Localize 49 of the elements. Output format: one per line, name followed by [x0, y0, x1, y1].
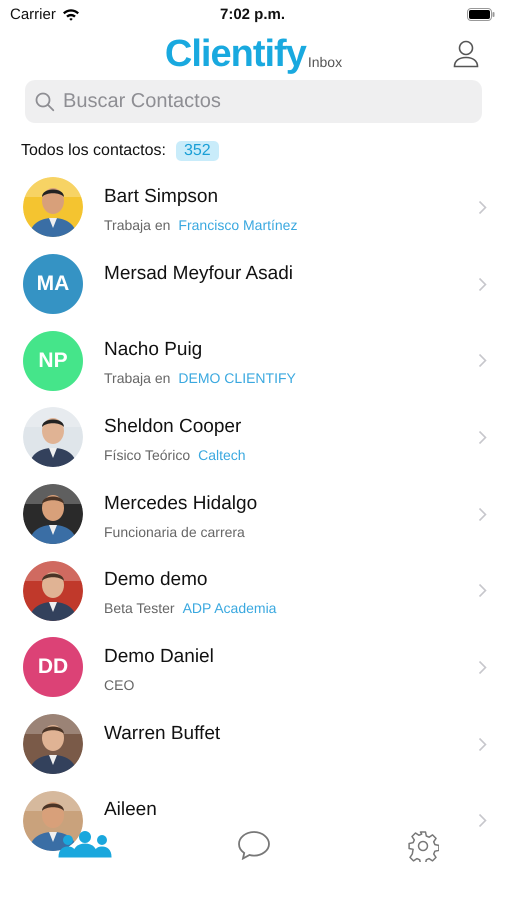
contacts-count-label: Todos los contactos:	[21, 142, 166, 160]
contact-role: Beta Tester	[104, 600, 175, 616]
search-icon	[35, 92, 55, 112]
initials-avatar: MA	[23, 254, 83, 314]
carrier-label: Carrier	[10, 6, 56, 22]
chevron-icon	[478, 660, 487, 675]
speech-bubble-icon	[236, 830, 270, 860]
contact-role: Trabaja en	[104, 370, 170, 386]
contact-name: Warren Buffet	[104, 722, 222, 745]
contact-name: Mersad Meyfour Asadi	[104, 262, 294, 285]
clock-time: 7:02 p.m.	[220, 6, 286, 22]
battery-icon	[467, 8, 495, 20]
profile-icon[interactable]	[453, 40, 479, 68]
contact-role: CEO	[104, 677, 134, 694]
chevron-icon	[478, 353, 487, 368]
contact-name: Nacho Puig	[104, 339, 204, 362]
chevron-icon	[478, 506, 487, 522]
chevron-icon	[478, 276, 487, 292]
contact-name: Aileen	[104, 799, 158, 822]
chevron-icon	[478, 813, 487, 828]
contact-role: Funcionaria de carrera	[104, 524, 245, 540]
initials-avatar: DD	[23, 637, 83, 698]
contacts-count-badge: 352	[176, 141, 219, 161]
contact-row[interactable]: MA Mersad Meyfour Asadi	[0, 246, 507, 322]
logo-subtitle: Inbox	[308, 54, 342, 70]
contact-row[interactable]: Sheldon Cooper Físico Teórico Caltech	[0, 399, 507, 476]
contact-row[interactable]: Bart Simpson Trabaja en Francisco Martínez	[0, 169, 507, 246]
initials-avatar: NP	[23, 330, 83, 391]
contact-name: Sheldon Cooper	[104, 416, 242, 438]
contact-row[interactable]: Warren Buffet	[0, 706, 507, 782]
people-icon	[58, 830, 112, 858]
contact-row[interactable]: Mercedes Hidalgo Funcionaria de carrera	[0, 476, 507, 552]
contact-row[interactable]: DD Demo Daniel CEO	[0, 629, 507, 706]
settings-icon	[406, 830, 438, 862]
app-logo: Clientify	[164, 35, 306, 73]
chevron-icon	[478, 200, 487, 215]
chevron-icon	[478, 430, 487, 445]
wifi-icon	[62, 8, 80, 20]
contact-name: Demo demo	[104, 569, 208, 592]
search-field[interactable]: Buscar Contactos	[25, 80, 482, 123]
contact-name: Demo Daniel	[104, 646, 215, 668]
contact-role: Trabaja en	[104, 217, 170, 233]
contact-row[interactable]: NP Nacho Puig Trabaja en DEMO CLIENTIFY	[0, 322, 507, 400]
chevron-icon	[478, 583, 487, 598]
contact-name: Bart Simpson	[104, 186, 220, 208]
contact-role: Físico Teórico	[104, 447, 190, 464]
contact-name: Mercedes Hidalgo	[104, 492, 258, 515]
chevron-icon	[478, 736, 487, 752]
contact-row[interactable]: Demo demo Beta Tester ADP Academia	[0, 552, 507, 630]
